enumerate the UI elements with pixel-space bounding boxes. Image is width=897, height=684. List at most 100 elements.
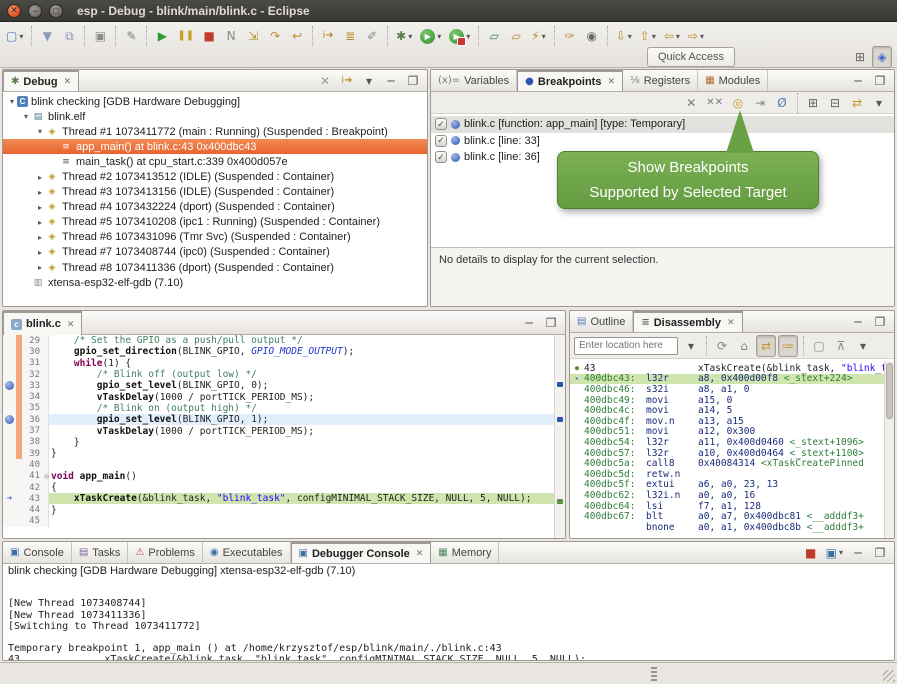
code-line[interactable]: 44} [3, 504, 565, 515]
external-tools-icon[interactable]: ▶▾ [446, 25, 473, 47]
tab-memory[interactable]: ▦Memory [431, 542, 499, 563]
disassembly-line[interactable]: 400dbc4f:mov.na13, a15 [570, 416, 884, 427]
debug-tree-item[interactable]: ≡main_task() at cpu_start.c:339 0x400d05… [3, 154, 427, 169]
tab-variables[interactable]: (x)=Variables [431, 70, 517, 91]
open-folder-icon[interactable]: ▱ [484, 25, 504, 47]
breakpoint-row[interactable]: ✓blink.c [line: 33] [431, 133, 894, 150]
debug-perspective-button[interactable]: ◈ [872, 46, 892, 68]
overview-mark[interactable] [557, 382, 563, 387]
debug-tree-item[interactable]: ≡app_main() at blink.c:43 0x400dbc43 [3, 139, 427, 154]
tab-outline[interactable]: ▤Outline [570, 311, 633, 332]
breakpoint-checkbox[interactable]: ✓ [435, 151, 447, 163]
tab-problems[interactable]: ⚠Problems [128, 542, 202, 563]
tab-blink-c[interactable]: c blink.c ✕ [3, 311, 82, 335]
breakpoint-icon[interactable] [5, 415, 14, 424]
terminate-icon[interactable]: ■ [199, 25, 219, 47]
breakpoint-checkbox[interactable]: ✓ [435, 135, 447, 147]
editor-gutter[interactable]: 36 [3, 414, 49, 425]
disassembly-scrollbar[interactable] [884, 361, 894, 538]
view-menu-icon[interactable]: ▾ [869, 92, 889, 114]
breakpoint-checkbox[interactable]: ✓ [435, 118, 447, 130]
code-line[interactable]: 41⊖void app_main() [3, 471, 565, 482]
last-edit-location-icon[interactable]: ⇩▾ [613, 25, 635, 47]
instruction-stepping-icon[interactable]: i➜ [318, 25, 338, 47]
maximize-icon[interactable]: ❐ [870, 542, 890, 564]
next-edit-location-icon[interactable]: ⇧▾ [637, 25, 659, 47]
tab-breakpoints[interactable]: ●Breakpoints✕ [517, 70, 623, 91]
maximize-icon[interactable]: ❐ [870, 70, 890, 92]
save-all-icon[interactable]: ⧉ [59, 25, 79, 47]
open-perspective-icon[interactable]: ⊞ [850, 46, 870, 68]
debug-tree-item[interactable]: ▥xtensa-esp32-elf-gdb (7.10) [3, 275, 427, 290]
editor-gutter[interactable]: 32 [3, 369, 49, 380]
view-menu-icon[interactable]: ▾ [853, 335, 873, 357]
debug-tree-item[interactable]: ▸◈Thread #6 1073431096 (Tmr Svc) (Suspen… [3, 230, 427, 245]
display-selected-console-icon[interactable]: ▣▾ [823, 542, 846, 564]
close-icon[interactable]: ✕ [64, 76, 72, 87]
disassembly-line[interactable]: 400dbc5a:call80x40084314 <xTaskCreatePin… [570, 458, 884, 469]
sync-context-icon[interactable]: ⇄ [756, 335, 776, 357]
code-line[interactable]: 35 /* Blink on (output high) */ [3, 403, 565, 414]
remove-breakpoint-icon[interactable]: ✕ [681, 92, 701, 114]
import-folder-icon[interactable]: ▱ [506, 25, 526, 47]
code-line[interactable]: 30 gpio_set_direction(BLINK_GPIO, GPIO_M… [3, 346, 565, 357]
tab-debug[interactable]: ✱ Debug ✕ [3, 70, 79, 91]
code-line[interactable]: 36 gpio_set_level(BLINK_GPIO, 1); [3, 414, 565, 425]
resize-grip[interactable] [883, 670, 895, 682]
disassembly-line[interactable]: 400dbc54:l32ra11, 0x400d0460 <_stext+109… [570, 437, 884, 448]
location-combo-caret[interactable]: ▾ [681, 335, 701, 357]
disassembly-line[interactable]: 400dbc49:movia15, 0 [570, 395, 884, 406]
skip-all-breakpoints-view-icon[interactable]: Ø [772, 92, 792, 114]
debug-tree-item[interactable]: ▾Cblink checking [GDB Hardware Debugging… [3, 94, 427, 109]
disassembly-listing[interactable]: ●43xTaskCreate(&blink_task, "blink_tas➤4… [570, 361, 884, 538]
remove-all-breakpoints-icon[interactable]: ✕✕ [703, 92, 726, 114]
code-editor[interactable]: 29 /* Set the GPIO as a push/pull output… [3, 335, 565, 538]
disassembly-line[interactable]: 400dbc5d:retw.n [570, 469, 884, 480]
code-line[interactable]: 37 vTaskDelay(1000 / portTICK_PERIOD_MS)… [3, 425, 565, 436]
code-line[interactable]: 40 [3, 459, 565, 470]
tab-console[interactable]: ▣Console [3, 542, 72, 563]
editor-gutter[interactable]: 39 [3, 448, 49, 459]
code-line[interactable]: 39} [3, 448, 565, 459]
editor-gutter[interactable]: 41⊖ [3, 471, 49, 482]
close-icon[interactable]: ✕ [607, 76, 615, 87]
close-icon[interactable]: ✕ [416, 548, 424, 559]
show-source-icon[interactable]: ≔ [778, 335, 798, 357]
location-input[interactable] [574, 337, 678, 355]
maximize-button[interactable]: □ [49, 4, 63, 18]
editor-gutter[interactable]: 29 [3, 335, 49, 346]
minimize-icon[interactable]: ─ [848, 70, 868, 92]
disassembly-line[interactable]: bnonea0, a1, 0x400dbc8b <__adddf3+ [570, 522, 884, 533]
editor-gutter[interactable]: 37 [3, 425, 49, 436]
new-wizard-icon[interactable]: ▢▾ [3, 25, 26, 47]
disassembly-line[interactable]: 400dbc51:movia12, 0x300 [570, 427, 884, 438]
suspend-icon[interactable]: ❚❚ [174, 25, 197, 47]
view-menu-icon[interactable]: ▾ [359, 70, 379, 92]
remove-console-icon[interactable]: ■ [801, 542, 821, 564]
editor-gutter[interactable]: 40 [3, 459, 49, 470]
disassembly-line[interactable]: ➤400dbc43:l32ra8, 0x400d00f8 <_stext+224… [570, 374, 884, 385]
editor-gutter[interactable]: 31 [3, 358, 49, 369]
disassembly-line[interactable]: 400dbc46:s32ia8, a1, 0 [570, 384, 884, 395]
code-line[interactable]: 32 /* Blink off (output low) */ [3, 369, 565, 380]
build-icon[interactable]: ▣ [90, 25, 110, 47]
disassembly-line[interactable]: 400dbc5f:extuia6, a0, 23, 13 [570, 480, 884, 491]
editor-gutter[interactable]: 35 [3, 403, 49, 414]
maximize-icon[interactable]: ❐ [870, 311, 890, 333]
disassembly-line[interactable]: 400dbc67:blta0, a7, 0x400dbc81 <__adddf3… [570, 511, 884, 522]
debug-tree-item[interactable]: ▸◈Thread #7 1073408744 (ipc0) (Suspended… [3, 245, 427, 260]
breakpoint-icon[interactable] [5, 381, 14, 390]
tab-debugger-console[interactable]: ▣Debugger Console✕ [291, 542, 432, 563]
debug-tree-item[interactable]: ▸◈Thread #5 1073410208 (ipc1 : Running) … [3, 215, 427, 230]
use-step-filters-icon[interactable]: ≣ [340, 25, 360, 47]
edit-step-filters-icon[interactable]: ✐ [362, 25, 382, 47]
code-line[interactable]: 38 } [3, 437, 565, 448]
breakpoint-row[interactable]: ✓blink.c [function: app_main] [type: Tem… [431, 116, 894, 133]
code-line[interactable]: 45 [3, 516, 565, 527]
disassembly-line[interactable]: 400dbc57:l32ra10, 0x400d0464 <_stext+110… [570, 448, 884, 459]
step-over-icon[interactable]: ↷ [265, 25, 285, 47]
close-button[interactable]: ✕ [7, 4, 21, 18]
code-line[interactable]: 42{ [3, 482, 565, 493]
tab-modules[interactable]: ▦Modules [698, 70, 768, 91]
debug-tree-item[interactable]: ▸◈Thread #3 1073413156 (IDLE) (Suspended… [3, 185, 427, 200]
